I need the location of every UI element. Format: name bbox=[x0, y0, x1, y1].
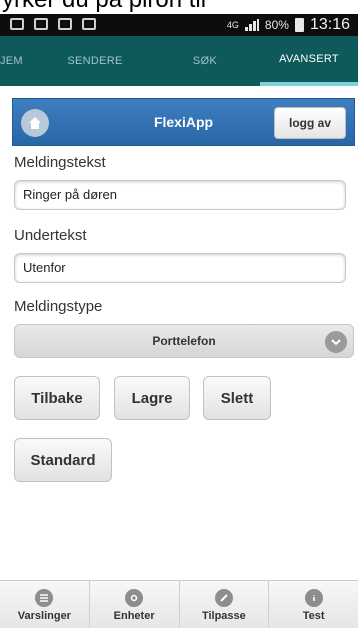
nav-tilpasse[interactable]: Tilpasse bbox=[180, 581, 270, 628]
tab-label: SENDERE bbox=[67, 55, 123, 67]
battery-percent: 80% bbox=[264, 18, 289, 32]
overlay-text-fragment: yrker du på piron til bbox=[0, 0, 358, 14]
notification-icons bbox=[10, 18, 96, 30]
delete-button[interactable]: Slett bbox=[203, 376, 271, 420]
nav-label: Enheter bbox=[113, 609, 155, 622]
gear-icon bbox=[125, 588, 144, 607]
message-field[interactable]: Ringer på døren bbox=[14, 180, 346, 210]
back-button[interactable]: Tilbake bbox=[14, 376, 100, 420]
network-type: 4G bbox=[226, 19, 239, 30]
logout-button[interactable]: logg av bbox=[274, 107, 346, 139]
notification-icon bbox=[34, 18, 48, 30]
standard-button[interactable]: Standard bbox=[14, 438, 112, 482]
tab-label: SØK bbox=[192, 55, 218, 67]
app-title: FlexiApp bbox=[153, 114, 214, 130]
tab-bar: JEM SENDERE SØK AVANSERT bbox=[0, 36, 358, 86]
tab-label: AVANSERT bbox=[279, 53, 339, 65]
info-icon bbox=[304, 588, 323, 607]
tab-label: JEM bbox=[0, 55, 23, 67]
home-button[interactable] bbox=[21, 109, 49, 137]
signal-icon bbox=[244, 19, 259, 31]
save-button[interactable]: Lagre bbox=[114, 376, 190, 420]
tab-avansert[interactable]: AVANSERT bbox=[260, 36, 358, 86]
select-value: Porttelefon bbox=[152, 334, 216, 348]
nav-test[interactable]: Test bbox=[269, 581, 358, 628]
tab-hjem[interactable]: JEM bbox=[0, 36, 40, 86]
main-content: FlexiApp logg av Meldingstekst Ringer på… bbox=[0, 86, 358, 580]
overlay-text: yrker du på piron til bbox=[2, 0, 206, 14]
tab-sok[interactable]: SØK bbox=[150, 36, 260, 86]
chevron-down-icon bbox=[325, 331, 347, 353]
home-icon bbox=[29, 117, 41, 129]
type-label: Meldingstype bbox=[14, 298, 103, 315]
status-right: 4G 80% 13:16 bbox=[227, 16, 350, 34]
clock: 13:16 bbox=[309, 16, 350, 33]
message-type-select[interactable]: Porttelefon bbox=[14, 324, 354, 358]
app-header: FlexiApp logg av bbox=[12, 98, 355, 146]
list-icon bbox=[35, 588, 54, 607]
tab-sendere[interactable]: SENDERE bbox=[40, 36, 150, 86]
notification-icon bbox=[58, 18, 72, 30]
notification-icon bbox=[10, 18, 24, 30]
notification-icon bbox=[82, 18, 96, 30]
nav-enheter[interactable]: Enheter bbox=[90, 581, 180, 628]
battery-icon bbox=[294, 18, 304, 32]
nav-label: Tilpasse bbox=[201, 609, 246, 622]
bottom-nav: Varslinger Enheter Tilpasse Test bbox=[0, 580, 358, 628]
nav-label: Varslinger bbox=[17, 609, 71, 622]
subtext-label: Undertekst bbox=[14, 227, 87, 244]
message-label: Meldingstekst bbox=[14, 154, 106, 171]
nav-varslinger[interactable]: Varslinger bbox=[0, 581, 90, 628]
status-bar: 4G 80% 13:16 bbox=[0, 14, 358, 36]
nav-label: Test bbox=[302, 609, 325, 622]
pencil-icon bbox=[214, 588, 233, 607]
subtext-field[interactable]: Utenfor bbox=[14, 253, 346, 283]
